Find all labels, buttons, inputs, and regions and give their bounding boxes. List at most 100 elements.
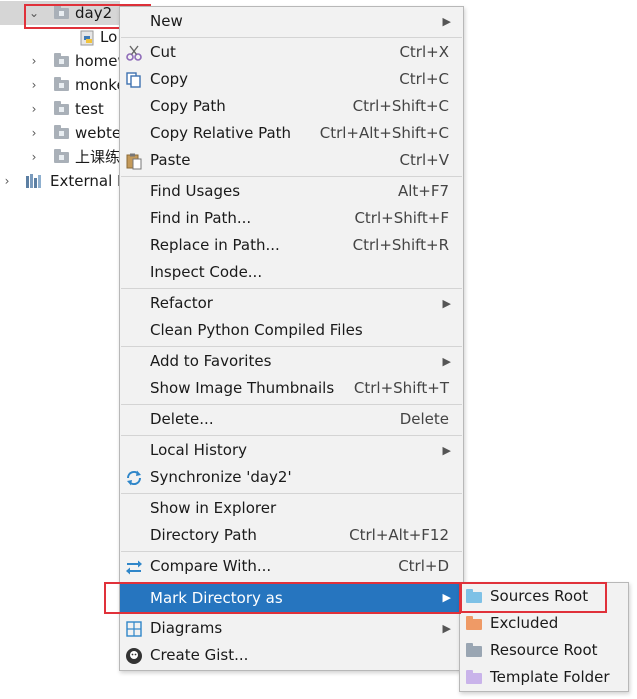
- sources-root-folder-icon: [466, 589, 482, 603]
- menu-item-shortcut: Ctrl+V: [399, 151, 449, 169]
- menu-item-refactor[interactable]: Refactor ▶: [120, 290, 463, 317]
- folder-icon: [54, 125, 69, 139]
- menu-item-shortcut: Ctrl+D: [398, 557, 449, 575]
- menu-item-label: Replace in Path...: [150, 236, 280, 254]
- menu-item-inspect-code[interactable]: Inspect Code...: [120, 259, 463, 286]
- submenu-item-excluded[interactable]: Excluded: [460, 610, 628, 637]
- menu-separator: [121, 613, 462, 614]
- menu-separator: [121, 551, 462, 552]
- chevron-right-icon[interactable]: ›: [27, 97, 41, 121]
- resource-root-folder-icon: [466, 643, 482, 657]
- menu-item-label: Clean Python Compiled Files: [150, 321, 363, 339]
- menu-item-label: Refactor: [150, 294, 213, 312]
- submenu-arrow-icon: ▶: [442, 444, 451, 457]
- menu-item-shortcut: Ctrl+Alt+Shift+C: [319, 124, 449, 142]
- submenu-item-template-folder[interactable]: Template Folder: [460, 664, 628, 691]
- menu-separator: [121, 493, 462, 494]
- tree-item-day2[interactable]: ⌄ day2: [0, 1, 120, 25]
- menu-item-show-in-explorer[interactable]: Show in Explorer: [120, 495, 463, 522]
- tree-item-external-libraries[interactable]: › External L: [0, 169, 126, 193]
- tree-item-folder[interactable]: › test: [0, 97, 120, 121]
- python-file-icon: [80, 30, 94, 46]
- tree-item-folder[interactable]: › monke: [0, 73, 126, 97]
- folder-icon: [54, 53, 69, 67]
- context-menu: New ▶ Cut Ctrl+X Copy Ctrl+C Copy Path C…: [119, 6, 464, 671]
- menu-separator: [121, 37, 462, 38]
- menu-item-local-history[interactable]: Local History ▶: [120, 437, 463, 464]
- menu-item-label: Diagrams: [150, 619, 223, 637]
- menu-item-add-to-favorites[interactable]: Add to Favorites ▶: [120, 348, 463, 375]
- folder-icon: [54, 101, 69, 115]
- menu-item-compare-with[interactable]: Compare With... Ctrl+D: [120, 553, 463, 580]
- menu-item-find-in-path[interactable]: Find in Path... Ctrl+Shift+F: [120, 205, 463, 232]
- menu-item-label: Find Usages: [150, 182, 241, 200]
- menu-separator: [121, 176, 462, 177]
- github-icon: [126, 648, 142, 664]
- menu-item-label: Copy Relative Path: [150, 124, 292, 142]
- menu-item-create-gist[interactable]: Create Gist...: [120, 642, 463, 669]
- tree-item-label: webte: [75, 124, 122, 142]
- menu-item-label: Copy: [150, 70, 189, 88]
- submenu-item-resource-root[interactable]: Resource Root: [460, 637, 628, 664]
- menu-item-delete[interactable]: Delete... Delete: [120, 406, 463, 433]
- menu-item-synchronize[interactable]: Synchronize 'day2': [120, 464, 463, 491]
- chevron-right-icon[interactable]: ›: [0, 169, 14, 193]
- sync-icon: [126, 470, 142, 486]
- menu-item-copy-relative-path[interactable]: Copy Relative Path Ctrl+Alt+Shift+C: [120, 120, 463, 147]
- folder-icon: [54, 149, 69, 163]
- tree-item-folder[interactable]: › webte: [0, 121, 122, 145]
- menu-item-label: Create Gist...: [150, 646, 249, 664]
- tree-item-label: 上课练: [75, 148, 121, 166]
- menu-item-cut[interactable]: Cut Ctrl+X: [120, 39, 463, 66]
- chevron-right-icon[interactable]: ›: [27, 121, 41, 145]
- tree-item-folder[interactable]: › homew: [0, 49, 130, 73]
- menu-item-label: Cut: [150, 43, 176, 61]
- compare-arrows-icon: [126, 560, 142, 575]
- chevron-down-icon[interactable]: ⌄: [27, 1, 41, 25]
- menu-item-directory-path[interactable]: Directory Path Ctrl+Alt+F12: [120, 522, 463, 549]
- menu-item-label: New: [150, 12, 183, 30]
- menu-item-clean-python-compiled[interactable]: Clean Python Compiled Files: [120, 317, 463, 344]
- chevron-right-icon[interactable]: ›: [27, 49, 41, 73]
- excluded-folder-icon: [466, 616, 482, 630]
- menu-item-copy-path[interactable]: Copy Path Ctrl+Shift+C: [120, 93, 463, 120]
- menu-item-find-usages[interactable]: Find Usages Alt+F7: [120, 178, 463, 205]
- menu-item-diagrams[interactable]: Diagrams ▶: [120, 615, 463, 642]
- menu-item-shortcut: Ctrl+Alt+F12: [349, 526, 449, 544]
- menu-separator: [121, 435, 462, 436]
- menu-item-label: Directory Path: [150, 526, 257, 544]
- chevron-right-icon[interactable]: ›: [27, 145, 41, 169]
- menu-item-copy[interactable]: Copy Ctrl+C: [120, 66, 463, 93]
- submenu-arrow-icon: ▶: [442, 622, 451, 635]
- menu-item-label: Compare With...: [150, 557, 272, 575]
- submenu-item-sources-root[interactable]: Sources Root: [460, 583, 628, 610]
- menu-item-mark-directory-as[interactable]: Mark Directory as ▶: [120, 584, 463, 612]
- menu-separator: [121, 582, 462, 583]
- chevron-right-icon[interactable]: ›: [27, 73, 41, 97]
- tree-item-label: External L: [50, 172, 126, 190]
- tree-item-folder[interactable]: › 上课练: [0, 145, 120, 169]
- tree-item-label: Lo: [100, 28, 118, 46]
- menu-item-label: Find in Path...: [150, 209, 252, 227]
- submenu-arrow-icon: ▶: [442, 297, 451, 310]
- menu-item-shortcut: Ctrl+C: [399, 70, 449, 88]
- menu-item-shortcut: Ctrl+Shift+T: [353, 379, 449, 397]
- menu-item-shortcut: Ctrl+Shift+C: [352, 97, 449, 115]
- submenu-arrow-icon: ▶: [442, 591, 451, 604]
- menu-item-show-image-thumbnails[interactable]: Show Image Thumbnails Ctrl+Shift+T: [120, 375, 463, 402]
- menu-item-label: Copy Path: [150, 97, 226, 115]
- folder-icon: [54, 5, 69, 19]
- menu-item-shortcut: Delete: [399, 410, 449, 428]
- menu-item-shortcut: Ctrl+Shift+R: [352, 236, 449, 254]
- menu-item-label: Mark Directory as: [150, 589, 283, 607]
- menu-item-paste[interactable]: Paste Ctrl+V: [120, 147, 463, 174]
- menu-item-label: Inspect Code...: [150, 263, 263, 281]
- menu-item-shortcut: Ctrl+X: [399, 43, 449, 61]
- tree-item-file[interactable]: Lo: [0, 25, 120, 49]
- menu-item-label: Local History: [150, 441, 248, 459]
- menu-item-replace-in-path[interactable]: Replace in Path... Ctrl+Shift+R: [120, 232, 463, 259]
- menu-separator: [121, 404, 462, 405]
- paste-icon: [126, 153, 142, 170]
- menu-item-label: Paste: [150, 151, 191, 169]
- menu-item-new[interactable]: New ▶: [120, 8, 463, 35]
